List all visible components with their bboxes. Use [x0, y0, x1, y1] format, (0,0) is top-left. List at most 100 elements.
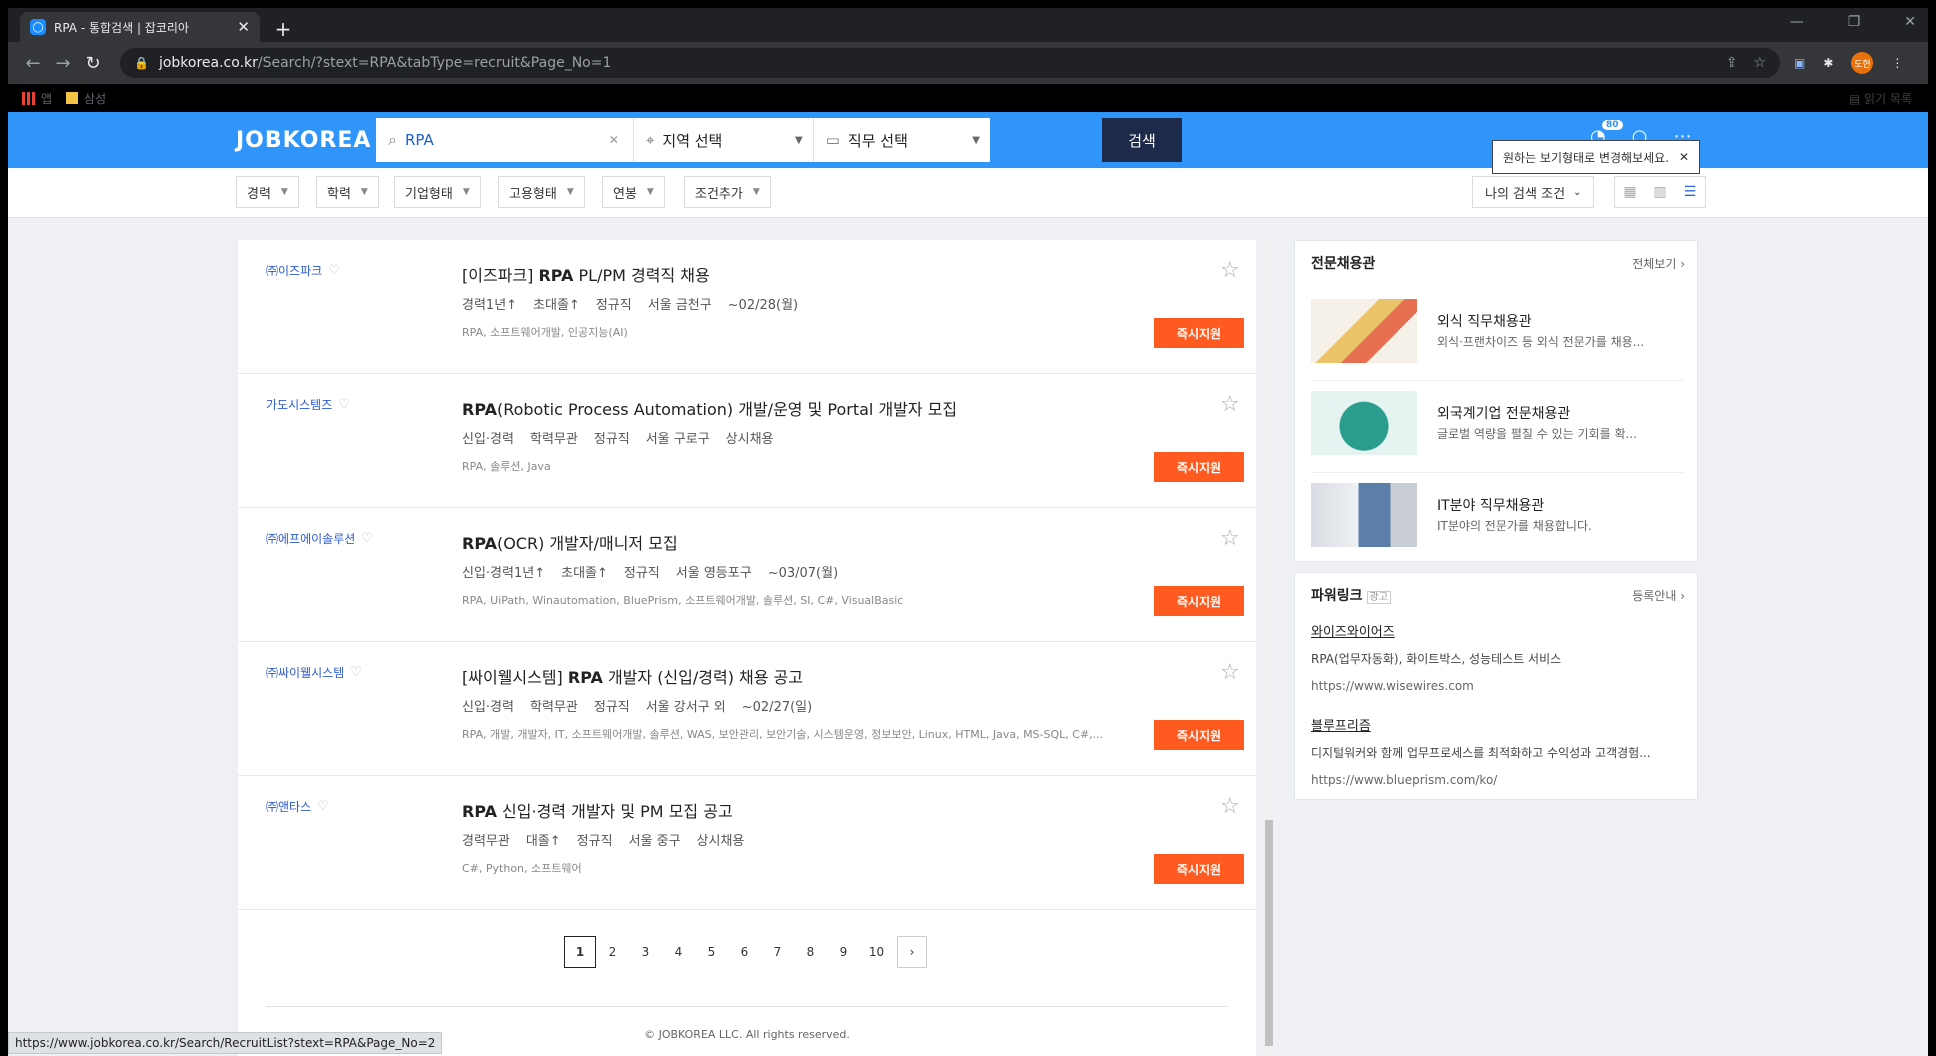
url-bar[interactable]: 🔒 jobkorea.co.kr/Search/?stext=RPA&tabTy… — [120, 48, 1780, 78]
filter-company-type[interactable]: 기업형태 ▼ — [394, 176, 481, 208]
page-10[interactable]: 10 — [860, 936, 893, 968]
condition: ~02/28(월) — [727, 298, 799, 313]
company-name[interactable]: ㈜에프에이솔루션 ♡ — [266, 530, 373, 547]
heart-icon[interactable]: ♡ — [361, 531, 373, 546]
job-title[interactable]: RPA(OCR) 개발자/매니저 모집 — [462, 530, 678, 554]
ad-name[interactable]: 와이즈와이어즈 — [1311, 621, 1683, 640]
search-button[interactable]: 검색 — [1102, 118, 1182, 162]
search-icon: ⌕ — [388, 130, 397, 149]
heart-icon[interactable]: ♡ — [317, 799, 329, 814]
condition: 정규직 — [576, 834, 613, 849]
page-8[interactable]: 8 — [794, 936, 827, 968]
scrap-star-icon[interactable]: ☆ — [1220, 660, 1240, 685]
bookmark-star-icon[interactable]: ☆ — [1753, 55, 1766, 71]
card-view-icon[interactable]: ▦ — [1615, 177, 1645, 207]
job-list-item[interactable]: ㈜에프에이솔루션 ♡ RPA(OCR) 개발자/매니저 모집 신입·경력1년↑ 초대… — [238, 508, 1256, 642]
ad-url[interactable]: https://www.wisewires.com — [1311, 679, 1683, 693]
back-icon[interactable]: ← — [18, 53, 48, 74]
search-box: ⌕ RPA ✕ ⌖ 지역 선택 ▼ ▭ 직무 선택 ▼ — [376, 118, 990, 162]
page-1[interactable]: 1 — [564, 936, 596, 968]
scrap-star-icon[interactable]: ☆ — [1220, 794, 1240, 819]
view-all-link[interactable]: 전체보기 › — [1632, 255, 1685, 272]
uipath-extension-icon[interactable]: ▣ — [1794, 56, 1805, 70]
search-input-value[interactable]: RPA — [405, 131, 434, 149]
bookmark-apps[interactable]: 앱 — [22, 90, 52, 107]
company-name[interactable]: ㈜싸이웰시스템 ♡ — [266, 664, 362, 681]
job-title[interactable]: RPA 신입·경력 개발자 및 PM 모집 공고 — [462, 798, 733, 822]
job-list-item[interactable]: ㈜앤타스 ♡ RPA 신입·경력 개발자 및 PM 모집 공고 경력무관 대졸↑ 정규… — [238, 776, 1256, 910]
job-list-item[interactable]: ㈜싸이웰시스템 ♡ [싸이웰시스템] RPA 개발자 (신입/경력) 채용 공고 … — [238, 642, 1256, 776]
page-2[interactable]: 2 — [596, 936, 629, 968]
condition: 신입·경력 — [462, 432, 514, 447]
page-5[interactable]: 5 — [695, 936, 728, 968]
region-select[interactable]: ⌖ 지역 선택 ▼ — [634, 118, 814, 162]
filter-career[interactable]: 경력 ▼ — [236, 176, 299, 208]
my-search-conditions-button[interactable]: 나의 검색 조건 ⌄ — [1472, 176, 1595, 208]
company-name[interactable]: ㈜앤타스 ♡ — [266, 798, 329, 815]
scrap-star-icon[interactable]: ☆ — [1220, 392, 1240, 417]
browser-tab[interactable]: ◯ RPA - 통합검색 | 잡코리아 ✕ — [20, 12, 260, 42]
apply-now-button[interactable]: 즉시지원 — [1154, 318, 1244, 348]
page-3[interactable]: 3 — [629, 936, 662, 968]
ad-register-link[interactable]: 등록안내 › — [1632, 587, 1685, 604]
profile-avatar[interactable]: 도현 — [1851, 52, 1874, 74]
browser-window: ◯ RPA - 통합검색 | 잡코리아 ✕ + — ❐ ✕ ← → ↻ 🔒 jo… — [8, 8, 1928, 1056]
share-icon[interactable]: ⇪ — [1726, 55, 1738, 71]
close-tab-icon[interactable]: ✕ — [237, 18, 250, 36]
reload-icon[interactable]: ↻ — [78, 53, 108, 74]
apply-now-button[interactable]: 즉시지원 — [1154, 452, 1244, 482]
heart-icon[interactable]: ♡ — [350, 665, 362, 680]
extensions-puzzle-icon[interactable]: ✱ — [1823, 56, 1833, 70]
ad-badge: 광고 — [1366, 591, 1391, 604]
title-keyword: RPA — [462, 534, 497, 553]
ad-item[interactable]: 와이즈와이어즈 RPA(업무자동화), 화이트박스, 성능테스트 서비스 htt… — [1311, 621, 1683, 693]
scrollbar-thumb[interactable] — [1265, 820, 1273, 1046]
menu-kebab-icon[interactable]: ⋮ — [1891, 56, 1903, 70]
page-scrollbar[interactable] — [1262, 240, 1276, 1056]
split-view-icon[interactable]: ▥ — [1645, 177, 1675, 207]
jobkorea-logo[interactable]: JOBKOREA — [236, 128, 371, 153]
forward-icon[interactable]: → — [48, 53, 78, 74]
job-title[interactable]: [싸이웰시스템] RPA 개발자 (신입/경력) 채용 공고 — [462, 664, 803, 688]
apply-now-button[interactable]: 즉시지원 — [1154, 854, 1244, 884]
close-tooltip-icon[interactable]: ✕ — [1679, 150, 1689, 164]
job-select[interactable]: ▭ 직무 선택 ▼ — [814, 118, 990, 162]
new-tab-button[interactable]: + — [270, 16, 296, 42]
company-name[interactable]: ㈜이즈파크 ♡ — [266, 262, 340, 279]
restore-icon[interactable]: ❐ — [1848, 14, 1861, 30]
job-list-item[interactable]: ㈜이즈파크 ♡ [이즈파크] RPA PL/PM 경력직 채용 경력1년↑ 초대졸↑… — [238, 240, 1256, 374]
reading-list[interactable]: ▤ 읽기 목록 — [1849, 90, 1912, 107]
keyword-search-field[interactable]: ⌕ RPA ✕ — [376, 118, 634, 162]
minimize-icon[interactable]: — — [1790, 14, 1804, 30]
scrap-star-icon[interactable]: ☆ — [1220, 258, 1240, 283]
ad-url[interactable]: https://www.blueprism.com/ko/ — [1311, 773, 1683, 787]
bookmark-samsung[interactable]: 삼성 — [66, 90, 106, 107]
job-title[interactable]: [이즈파크] RPA PL/PM 경력직 채용 — [462, 262, 710, 286]
filter-education[interactable]: 학력 ▼ — [316, 176, 379, 208]
job-select-label: 직무 선택 — [847, 131, 908, 150]
apply-now-button[interactable]: 즉시지원 — [1154, 586, 1244, 616]
next-page-button[interactable]: › — [897, 936, 927, 968]
page-4[interactable]: 4 — [662, 936, 695, 968]
heart-icon[interactable]: ♡ — [328, 263, 340, 278]
page-7[interactable]: 7 — [761, 936, 794, 968]
special-item[interactable]: IT분야 직무채용관 IT분야의 전문가를 채용합니다. — [1311, 473, 1683, 565]
apply-now-button[interactable]: 즉시지원 — [1154, 720, 1244, 750]
filter-salary[interactable]: 연봉 ▼ — [602, 176, 665, 208]
page-9[interactable]: 9 — [827, 936, 860, 968]
list-view-icon[interactable]: ☰ — [1675, 177, 1705, 207]
filter-add-condition[interactable]: 조건추가 ▼ — [684, 176, 771, 208]
job-list-item[interactable]: 가도시스템즈 ♡ RPA(Robotic Process Automation) … — [238, 374, 1256, 508]
scrap-star-icon[interactable]: ☆ — [1220, 526, 1240, 551]
special-item[interactable]: 외국계기업 전문채용관 글로벌 역량을 펼칠 수 있는 기회를 확... — [1311, 381, 1683, 473]
page-6[interactable]: 6 — [728, 936, 761, 968]
company-name[interactable]: 가도시스템즈 ♡ — [266, 396, 350, 413]
job-title[interactable]: RPA(Robotic Process Automation) 개발/운영 및 … — [462, 396, 957, 420]
ad-name[interactable]: 블루프리즘 — [1311, 715, 1683, 734]
filter-employment-type[interactable]: 고용형태 ▼ — [498, 176, 585, 208]
ad-item[interactable]: 블루프리즘 디지털워커와 함께 업무프로세스를 최적화하고 수익성과 고객경험.… — [1311, 715, 1683, 787]
heart-icon[interactable]: ♡ — [338, 397, 350, 412]
clear-search-icon[interactable]: ✕ — [609, 133, 619, 147]
special-item[interactable]: 외식 직무채용관 외식·프랜차이즈 등 외식 전문가를 채용... — [1311, 289, 1683, 381]
close-window-icon[interactable]: ✕ — [1904, 14, 1916, 30]
